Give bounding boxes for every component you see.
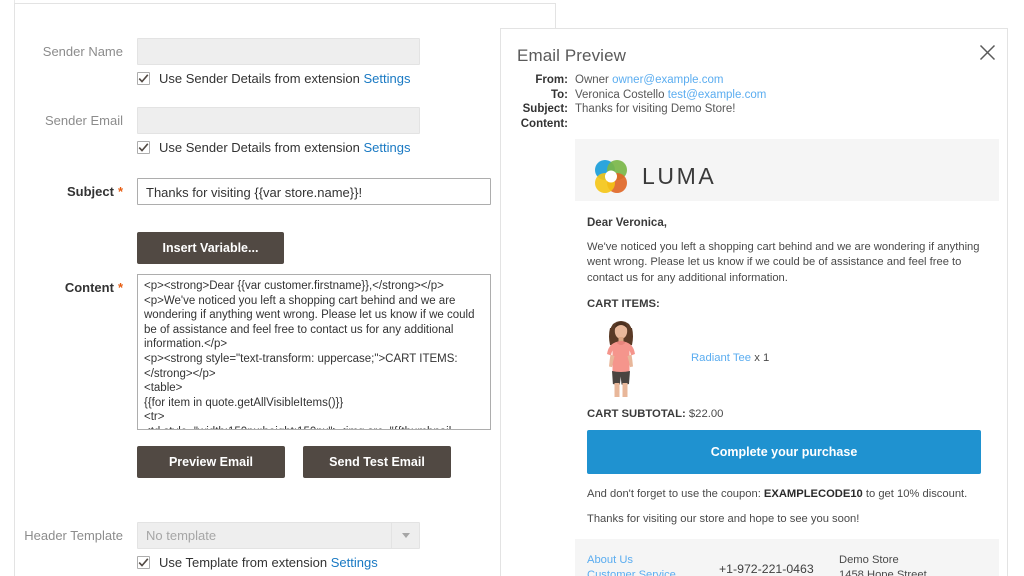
- close-icon[interactable]: [974, 39, 1000, 65]
- product-thumbnail: [587, 315, 655, 400]
- content-label: Content *: [64, 280, 123, 295]
- email-footer: About Us Customer Service +1-972-221-046…: [575, 538, 999, 576]
- coupon-code: EXAMPLECODE10: [763, 487, 863, 500]
- about-us-link[interactable]: About Us: [587, 553, 719, 568]
- meta-from-name: Owner: [575, 74, 609, 86]
- preview-email-button[interactable]: Preview Email: [137, 446, 285, 478]
- email-template-form-panel: Sender Name Use Sender Details from exte…: [14, 3, 556, 576]
- coupon-prefix: And don't forget to use the coupon:: [587, 487, 764, 500]
- content-actions-row: Preview Email Send Test Email: [15, 446, 451, 478]
- header-template-value: No template: [146, 528, 217, 543]
- subject-input[interactable]: Thanks for visiting {{var store.name}}!: [137, 178, 491, 205]
- cart-subtotal-row: CART SUBTOTAL: $22.00: [587, 408, 981, 420]
- field-sender-name: Sender Name Use Sender Details from exte…: [15, 38, 420, 86]
- thanks-line: Thanks for visiting our store and hope t…: [587, 512, 860, 525]
- field-subject: Subject * Thanks for visiting {{var store…: [15, 178, 491, 205]
- meta-row-to: To: Veronica Costello test@example.com: [507, 88, 977, 103]
- sender-email-label: Sender Email: [44, 113, 123, 128]
- modal-title: Email Preview: [517, 46, 626, 65]
- field-sender-email: Sender Email Use Sender Details from ext…: [15, 107, 420, 155]
- header-template-checkbox[interactable]: [137, 556, 150, 569]
- email-meta: From: Owner owner@example.com To: Veroni…: [507, 73, 977, 131]
- meta-subject-key: Subject:: [522, 103, 568, 115]
- subject-required-marker: *: [117, 184, 123, 199]
- modal-right-edge: [1007, 28, 1008, 576]
- header-template-settings-link[interactable]: Settings: [331, 555, 378, 570]
- field-header-template: Header Template No template Use Template…: [15, 522, 420, 570]
- field-content: Content * <p><strong>Dear {{var customer.…: [15, 274, 491, 430]
- luma-logo: LUMA: [591, 157, 716, 197]
- footer-store-name: Demo Store: [839, 553, 899, 566]
- email-preview-modal: Email Preview From: Owner owner@example.…: [500, 28, 1008, 576]
- sender-email-settings-link[interactable]: Settings: [364, 140, 411, 155]
- cart-item-qty: x 1: [754, 351, 770, 364]
- meta-to-name: Veronica Costello: [575, 88, 665, 101]
- header-template-checkbox-label: Use Template from extension: [159, 555, 328, 570]
- send-test-email-button[interactable]: Send Test Email: [303, 446, 451, 478]
- footer-address: Demo Store 1458 Hope Street Belt, Montan…: [839, 553, 987, 576]
- content-required-marker: *: [117, 280, 123, 295]
- sender-name-checkbox[interactable]: [137, 72, 150, 85]
- coupon-suffix: to get 10% discount.: [862, 487, 968, 500]
- cart-items-table: Radiant Tee x 1: [587, 315, 981, 400]
- email-greeting: Dear Veronica,: [587, 217, 667, 229]
- app-root: Sender Name Use Sender Details from exte…: [0, 0, 1024, 576]
- insert-variable-row: Insert Variable...: [15, 232, 284, 264]
- meta-from-value: Owner owner@example.com: [575, 73, 723, 88]
- header-template-label: Header Template: [24, 528, 123, 543]
- email-content: Dear Veronica, We've noticed you left a …: [575, 201, 999, 525]
- sender-name-input[interactable]: [137, 38, 420, 65]
- meta-row-subject: Subject: Thanks for visiting Demo Store!: [507, 102, 977, 117]
- meta-from-email[interactable]: owner@example.com: [612, 74, 723, 86]
- coupon-line: And don't forget to use the coupon: EXAM…: [587, 488, 981, 500]
- sender-name-settings-link[interactable]: Settings: [364, 71, 411, 86]
- header-template-select[interactable]: No template: [137, 522, 420, 549]
- sender-name-label: Sender Name: [42, 44, 123, 59]
- luma-mark-icon: [595, 159, 627, 193]
- cart-subtotal-value: $22.00: [688, 407, 724, 420]
- cart-subtotal-label: CART SUBTOTAL:: [587, 407, 686, 420]
- meta-to-value: Veronica Costello test@example.com: [575, 88, 766, 103]
- header-template-checkbox-row: Use Template from extension Settings: [137, 555, 420, 570]
- meta-row-content: Content:: [507, 117, 977, 132]
- meta-subject-value: Thanks for visiting Demo Store!: [575, 103, 736, 115]
- email-render: LUMA Dear Veronica, We've noticed you le…: [575, 139, 999, 576]
- footer-address-line1: 1458 Hope Street: [839, 568, 927, 576]
- sender-name-checkbox-label: Use Sender Details from extension: [159, 71, 360, 86]
- footer-links: About Us Customer Service: [587, 553, 719, 576]
- cart-items-heading: CART ITEMS:: [587, 297, 660, 310]
- cart-item-link[interactable]: Radiant Tee: [691, 352, 751, 364]
- chevron-down-icon[interactable]: [391, 523, 419, 548]
- meta-row-from: From: Owner owner@example.com: [507, 73, 977, 88]
- sender-email-checkbox-row: Use Sender Details from extension Settin…: [137, 140, 420, 155]
- luma-wordmark: LUMA: [642, 163, 717, 189]
- footer-phone: +1-972-221-0463: [719, 561, 814, 576]
- content-textarea[interactable]: <p><strong>Dear {{var customer.firstname…: [137, 274, 491, 430]
- sender-email-checkbox[interactable]: [137, 141, 150, 154]
- cart-item-row: Radiant Tee x 1: [655, 352, 769, 364]
- meta-from-key: From:: [535, 74, 568, 86]
- meta-to-email[interactable]: test@example.com: [668, 89, 767, 101]
- sender-email-checkbox-label: Use Sender Details from extension: [159, 140, 360, 155]
- insert-variable-button[interactable]: Insert Variable...: [137, 232, 284, 264]
- subject-label: Subject *: [66, 184, 123, 199]
- sender-name-checkbox-row: Use Sender Details from extension Settin…: [137, 71, 420, 86]
- sender-email-input[interactable]: [137, 107, 420, 134]
- email-header-band: LUMA: [575, 139, 999, 201]
- meta-content-key: Content:: [520, 117, 568, 130]
- email-paragraph: We've noticed you left a shopping cart b…: [587, 241, 980, 284]
- complete-purchase-button[interactable]: Complete your purchase: [587, 429, 981, 474]
- customer-service-link[interactable]: Customer Service: [587, 568, 719, 576]
- meta-to-key: To:: [550, 88, 568, 101]
